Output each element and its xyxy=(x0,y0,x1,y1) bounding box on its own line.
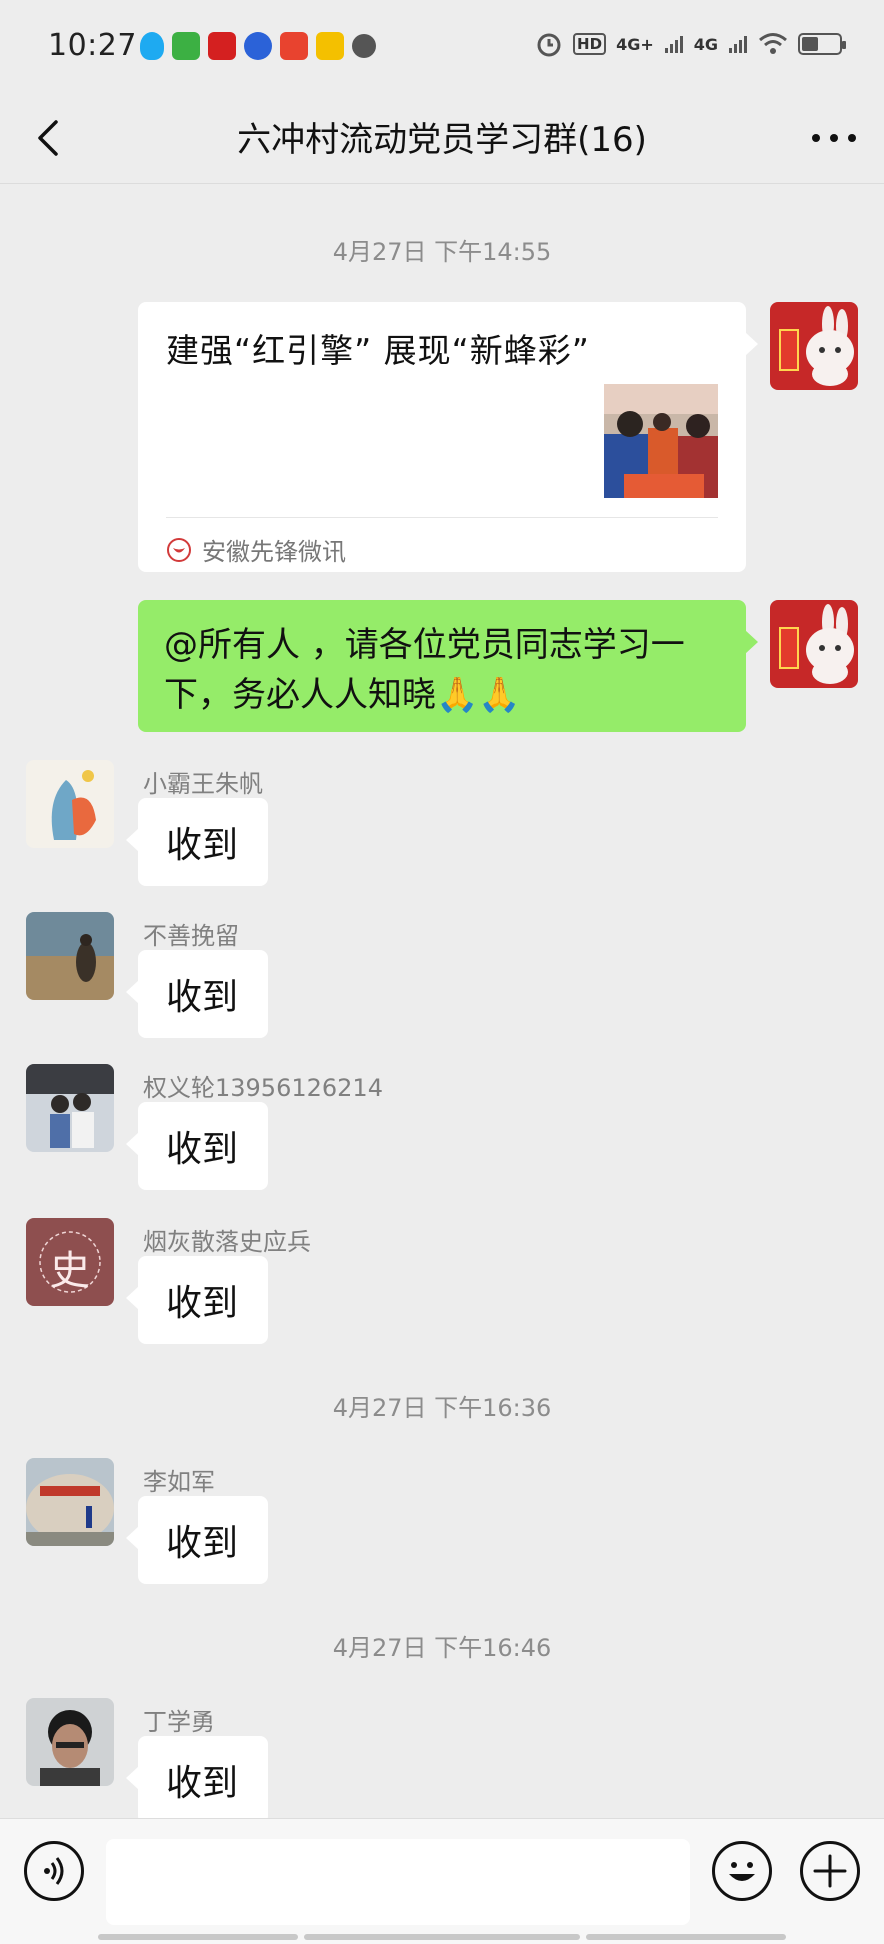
message-text: 收到 xyxy=(166,1129,239,1170)
status-right: HD 4G+ 4G xyxy=(535,30,846,58)
article-source: 安徽先锋微讯 xyxy=(166,532,346,567)
article-title: 建强“红引擎” 展现“新蜂彩” xyxy=(166,331,590,370)
avatar-letter: 史 xyxy=(50,1248,90,1294)
app-green-icon xyxy=(172,32,200,60)
meituan-icon xyxy=(316,32,344,60)
input-bar xyxy=(0,1818,884,1944)
message-text: 收到 xyxy=(166,977,239,1018)
avatar[interactable]: 史 xyxy=(26,1218,114,1306)
article-card[interactable]: 建强“红引擎” 展现“新蜂彩” 安徽先锋微讯 xyxy=(138,302,758,572)
voice-button[interactable] xyxy=(24,1841,84,1901)
timestamp: 4月27日 下午16:36 xyxy=(332,1394,552,1422)
avatar[interactable] xyxy=(26,1458,114,1546)
article-thumbnail xyxy=(604,384,718,498)
signal-icon xyxy=(664,36,683,53)
avatar[interactable] xyxy=(26,1698,114,1786)
gesture-bar xyxy=(586,1934,786,1940)
battery-icon xyxy=(798,33,846,55)
message-text: 收到 xyxy=(166,825,239,866)
status-bar: 10:27 HD 4G+ 4G xyxy=(0,0,884,92)
sender-name: 烟灰散落史应兵 xyxy=(143,1228,311,1256)
message-bubble[interactable]: 收到 xyxy=(126,1102,268,1190)
message-bubble[interactable]: 收到 xyxy=(126,950,268,1038)
timestamp: 4月27日 下午16:46 xyxy=(332,1634,552,1662)
sender-name: 李如军 xyxy=(143,1468,215,1496)
plus-icon xyxy=(813,1854,847,1888)
gesture-bar xyxy=(304,1934,580,1940)
more-dots-icon xyxy=(812,134,856,142)
chat-title: 六冲村流动党员学习群(16) xyxy=(237,120,647,160)
baidu-icon xyxy=(244,32,272,60)
message-text: 收到 xyxy=(166,1523,239,1564)
app-red2-icon xyxy=(280,32,308,60)
wifi-icon xyxy=(759,33,787,54)
app-red-icon xyxy=(208,32,236,60)
emoji-icon xyxy=(729,1862,755,1881)
avatar[interactable] xyxy=(26,1064,114,1152)
plus-button[interactable] xyxy=(800,1841,860,1901)
self-avatar[interactable] xyxy=(770,302,858,390)
message-bubble[interactable]: 收到 xyxy=(126,798,268,886)
avatar[interactable] xyxy=(26,760,114,848)
network-4g-plus: 4G+ xyxy=(616,34,654,54)
signal-icon-2 xyxy=(729,36,747,53)
self-avatar[interactable] xyxy=(770,600,858,688)
source-logo-icon xyxy=(167,537,191,562)
article-source-label: 安徽先锋微讯 xyxy=(202,538,346,566)
status-time: 10:27 xyxy=(48,28,137,63)
avatar[interactable] xyxy=(26,912,114,1000)
message-bubble[interactable]: 收到 xyxy=(126,1496,268,1584)
message-text: 收到 xyxy=(166,1283,239,1324)
battery-fill xyxy=(802,37,818,51)
more-button[interactable] xyxy=(806,110,862,166)
sender-name: 权义轮13956126214 xyxy=(143,1074,383,1102)
sender-name: 小霸王朱帆 xyxy=(143,770,263,798)
gesture-bar xyxy=(98,1934,298,1940)
emoji-button[interactable] xyxy=(712,1841,772,1901)
sender-name: 不善挽留 xyxy=(143,922,239,950)
voice-icon xyxy=(44,1857,64,1885)
message-text: 收到 xyxy=(166,1763,239,1804)
app-gray-icon xyxy=(352,34,376,58)
broadcast-text: @所有人 ，请各位党员同志学习一下，务必人人知晓🙏🙏 xyxy=(164,625,685,715)
hd-badge: HD xyxy=(573,33,607,55)
alarm-icon xyxy=(537,33,561,57)
nav-bar: 六冲村流动党员学习群(16) xyxy=(0,92,884,184)
message-bubble[interactable]: 收到 xyxy=(126,1736,268,1824)
message-bubble[interactable]: 收到 xyxy=(126,1256,268,1344)
qq-icon xyxy=(140,32,164,60)
chevron-left-icon xyxy=(38,120,58,156)
message-input[interactable] xyxy=(106,1839,690,1925)
broadcast-message[interactable]: @所有人 ，请各位党员同志学习一下，务必人人知晓🙏🙏 xyxy=(138,600,758,732)
status-app-icons xyxy=(140,32,376,60)
card-divider xyxy=(166,517,718,518)
timestamp: 4月27日 下午14:55 xyxy=(332,238,552,266)
back-button[interactable] xyxy=(22,110,78,166)
network-4g: 4G xyxy=(693,34,718,54)
sender-name: 丁学勇 xyxy=(143,1708,215,1736)
